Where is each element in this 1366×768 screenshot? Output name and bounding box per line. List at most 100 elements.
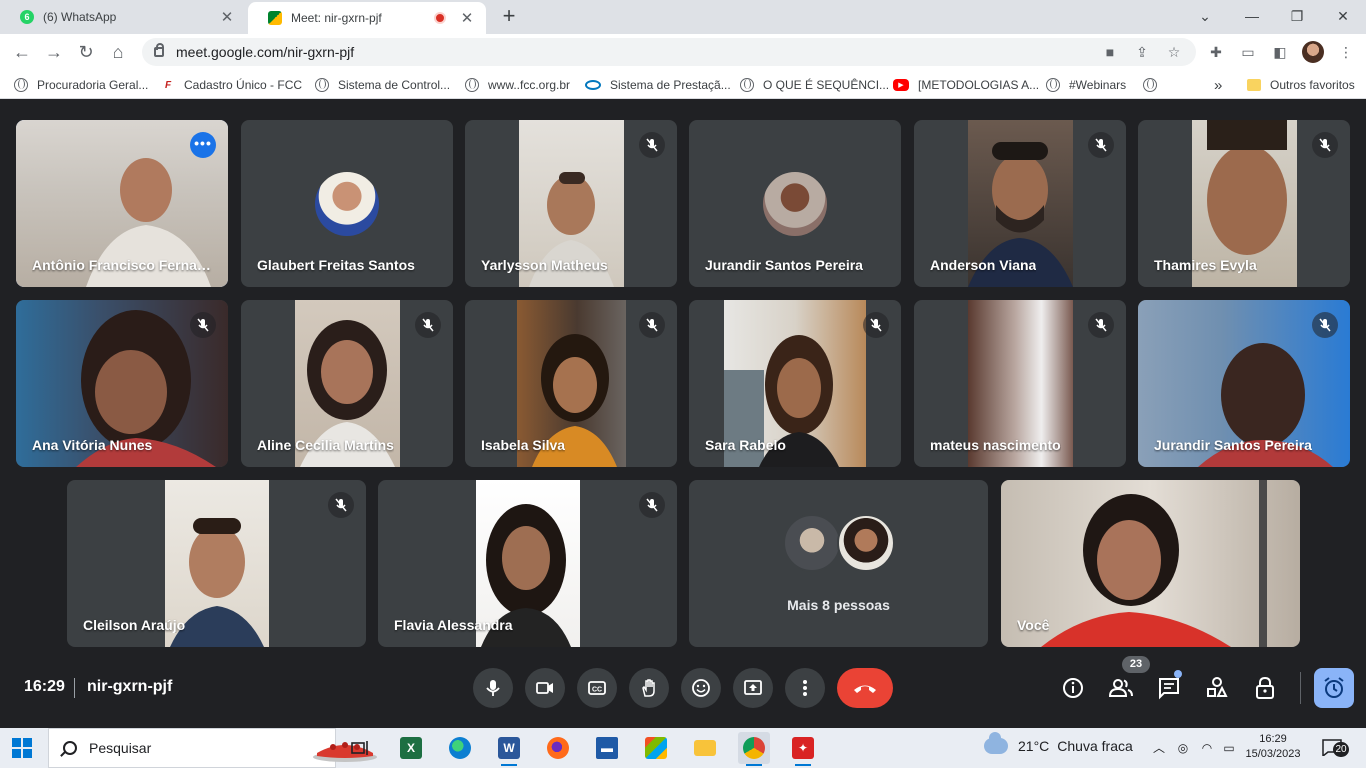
host-controls-button[interactable] bbox=[1249, 672, 1281, 704]
bookmark-item[interactable]: Sistema de Control... bbox=[315, 76, 450, 94]
wifi-icon[interactable]: ◠ bbox=[1199, 740, 1215, 756]
tab-whatsapp[interactable]: 6 (6) WhatsApp ✕ bbox=[0, 0, 246, 34]
camera-button[interactable] bbox=[525, 668, 565, 708]
camera-tray-icon[interactable]: ◎ bbox=[1175, 740, 1191, 756]
tab-search-icon[interactable]: ⌄ bbox=[1192, 4, 1218, 28]
bookmark-item[interactable]: F Cadastro Único - FCC bbox=[161, 76, 302, 94]
participant-tile[interactable]: ••• Antônio Francisco Fernan... bbox=[16, 120, 228, 287]
close-window-button[interactable]: ✕ bbox=[1330, 4, 1356, 28]
reactions-button[interactable] bbox=[681, 668, 721, 708]
participant-tile[interactable]: Isabela Silva bbox=[465, 300, 677, 467]
mic-off-icon bbox=[639, 312, 665, 338]
more-options-button[interactable] bbox=[785, 668, 825, 708]
raise-hand-button[interactable] bbox=[629, 668, 669, 708]
weather-widget[interactable]: 21°C Chuva fraca bbox=[984, 732, 1133, 754]
timer-button[interactable] bbox=[1314, 668, 1354, 708]
taskbar-file-explorer[interactable] bbox=[689, 732, 721, 764]
other-bookmarks-folder[interactable]: Outros favoritos bbox=[1247, 76, 1355, 94]
menu-kebab-icon[interactable]: ⋮ bbox=[1336, 42, 1356, 62]
back-button[interactable]: ← bbox=[10, 40, 34, 64]
notification-center-button[interactable]: 20 bbox=[1322, 738, 1350, 758]
captions-icon: CC bbox=[588, 681, 606, 695]
others-tile[interactable]: Mais 8 pessoas bbox=[689, 480, 988, 647]
participant-tile[interactable]: Glaubert Freitas Santos bbox=[241, 120, 453, 287]
participant-tile[interactable]: Jurandir Santos Pereira bbox=[1138, 300, 1350, 467]
hand-icon bbox=[642, 679, 655, 697]
self-view-tile[interactable]: Você bbox=[1001, 480, 1300, 647]
participant-tile[interactable]: Flavia Alessandra bbox=[378, 480, 677, 647]
url-text[interactable]: meet.google.com/nir-gxrn-pjf bbox=[176, 44, 354, 60]
microphone-button[interactable] bbox=[473, 668, 513, 708]
extensions-icon[interactable]: ✚ bbox=[1206, 42, 1226, 62]
task-view-icon bbox=[351, 741, 368, 755]
participant-tile[interactable]: Thamires Evyla bbox=[1138, 120, 1350, 287]
participant-name: mateus nascimento bbox=[930, 437, 1061, 453]
bookmarks-overflow-button[interactable]: » bbox=[1214, 76, 1222, 94]
chat-icon bbox=[1159, 678, 1179, 700]
home-button[interactable]: ⌂ bbox=[106, 40, 130, 64]
rain-cloud-icon bbox=[984, 732, 1008, 754]
side-panel-icon[interactable]: ◧ bbox=[1270, 42, 1290, 62]
participant-tile[interactable]: Anderson Viana bbox=[914, 120, 1126, 287]
participant-tile[interactable]: mateus nascimento bbox=[914, 300, 1126, 467]
meeting-details-button[interactable] bbox=[1057, 672, 1089, 704]
new-tab-button[interactable]: + bbox=[498, 5, 520, 28]
participant-name: Yarlysson Matheus bbox=[481, 257, 608, 273]
bookmark-item[interactable]: O QUE É SEQUÊNCI... bbox=[740, 76, 889, 94]
leave-call-button[interactable] bbox=[837, 668, 893, 708]
participant-tile[interactable]: Ana Vitória Nunes bbox=[16, 300, 228, 467]
captions-button[interactable]: CC bbox=[577, 668, 617, 708]
more-options-icon[interactable]: ••• bbox=[190, 132, 216, 158]
bookmark-item[interactable]: www..fcc.org.br bbox=[465, 76, 570, 94]
present-screen-button[interactable] bbox=[733, 668, 773, 708]
bookmark-item[interactable]: #Webinars bbox=[1046, 76, 1126, 94]
bookmark-item[interactable]: Procuradoria Geral... bbox=[14, 76, 148, 94]
mic-off-icon bbox=[1088, 312, 1114, 338]
address-bar[interactable]: meet.google.com/nir-gxrn-pjf ■ ⇪ ☆ bbox=[142, 38, 1196, 66]
lock-icon[interactable] bbox=[154, 43, 164, 57]
clock-time: 16:29 bbox=[1259, 733, 1287, 745]
restore-button[interactable]: ❐ bbox=[1284, 4, 1310, 28]
taskbar-chrome[interactable] bbox=[738, 732, 770, 766]
reload-button[interactable]: ↻ bbox=[74, 40, 98, 64]
minimize-button[interactable]: — bbox=[1239, 4, 1265, 28]
participant-tile[interactable]: Aline Cecilia Martins bbox=[241, 300, 453, 467]
taskbar-file-app[interactable]: ▬ bbox=[591, 732, 623, 764]
globe-icon bbox=[465, 78, 479, 92]
alarm-clock-icon bbox=[1324, 677, 1344, 698]
system-clock[interactable]: 16:29 15/03/2023 bbox=[1243, 732, 1303, 762]
profile-avatar[interactable] bbox=[1302, 41, 1324, 63]
taskbar-excel[interactable]: X bbox=[395, 732, 427, 764]
word-icon: W bbox=[498, 737, 520, 759]
bookmark-star-icon[interactable]: ☆ bbox=[1164, 42, 1184, 62]
taskbar-search[interactable]: Pesquisar bbox=[48, 728, 377, 768]
share-icon[interactable]: ⇪ bbox=[1132, 42, 1152, 62]
bookmark-item[interactable]: Sistema de Prestaçã... bbox=[585, 76, 731, 94]
taskbar-pdf-app[interactable]: ✦ bbox=[787, 732, 819, 766]
forward-button[interactable]: → bbox=[42, 40, 66, 64]
eye-icon bbox=[585, 80, 601, 90]
task-view-button[interactable] bbox=[344, 732, 376, 764]
chevron-up-icon[interactable]: ︿ bbox=[1151, 740, 1167, 756]
bookmark-item[interactable] bbox=[1143, 76, 1166, 94]
people-button[interactable] bbox=[1105, 672, 1137, 704]
participant-tile[interactable]: Yarlysson Matheus bbox=[465, 120, 677, 287]
windows-start-button[interactable] bbox=[12, 738, 32, 758]
cast-icon[interactable]: ▭ bbox=[1238, 42, 1258, 62]
participant-tile[interactable]: Sara Rabelo bbox=[689, 300, 901, 467]
taskbar-store[interactable] bbox=[640, 732, 672, 764]
globe-icon bbox=[1046, 78, 1060, 92]
close-tab-icon[interactable]: ✕ bbox=[218, 8, 236, 26]
taskbar-word[interactable]: W bbox=[493, 732, 525, 766]
battery-icon[interactable]: ▭ bbox=[1221, 740, 1237, 756]
participant-tile[interactable]: Cleilson Araújo bbox=[67, 480, 366, 647]
activities-button[interactable] bbox=[1201, 672, 1233, 704]
camera-in-use-icon[interactable]: ■ bbox=[1100, 42, 1120, 62]
close-tab-icon[interactable]: ✕ bbox=[458, 9, 476, 27]
tab-meet[interactable]: Meet: nir-gxrn-pjf ✕ bbox=[248, 2, 486, 34]
participant-tile[interactable]: Jurandir Santos Pereira bbox=[689, 120, 901, 287]
bookmark-item[interactable]: ▶ [METODOLOGIAS A... bbox=[893, 76, 1039, 94]
clock-date: 15/03/2023 bbox=[1245, 748, 1301, 760]
taskbar-firefox[interactable] bbox=[542, 732, 574, 764]
taskbar-edge[interactable] bbox=[444, 732, 476, 764]
